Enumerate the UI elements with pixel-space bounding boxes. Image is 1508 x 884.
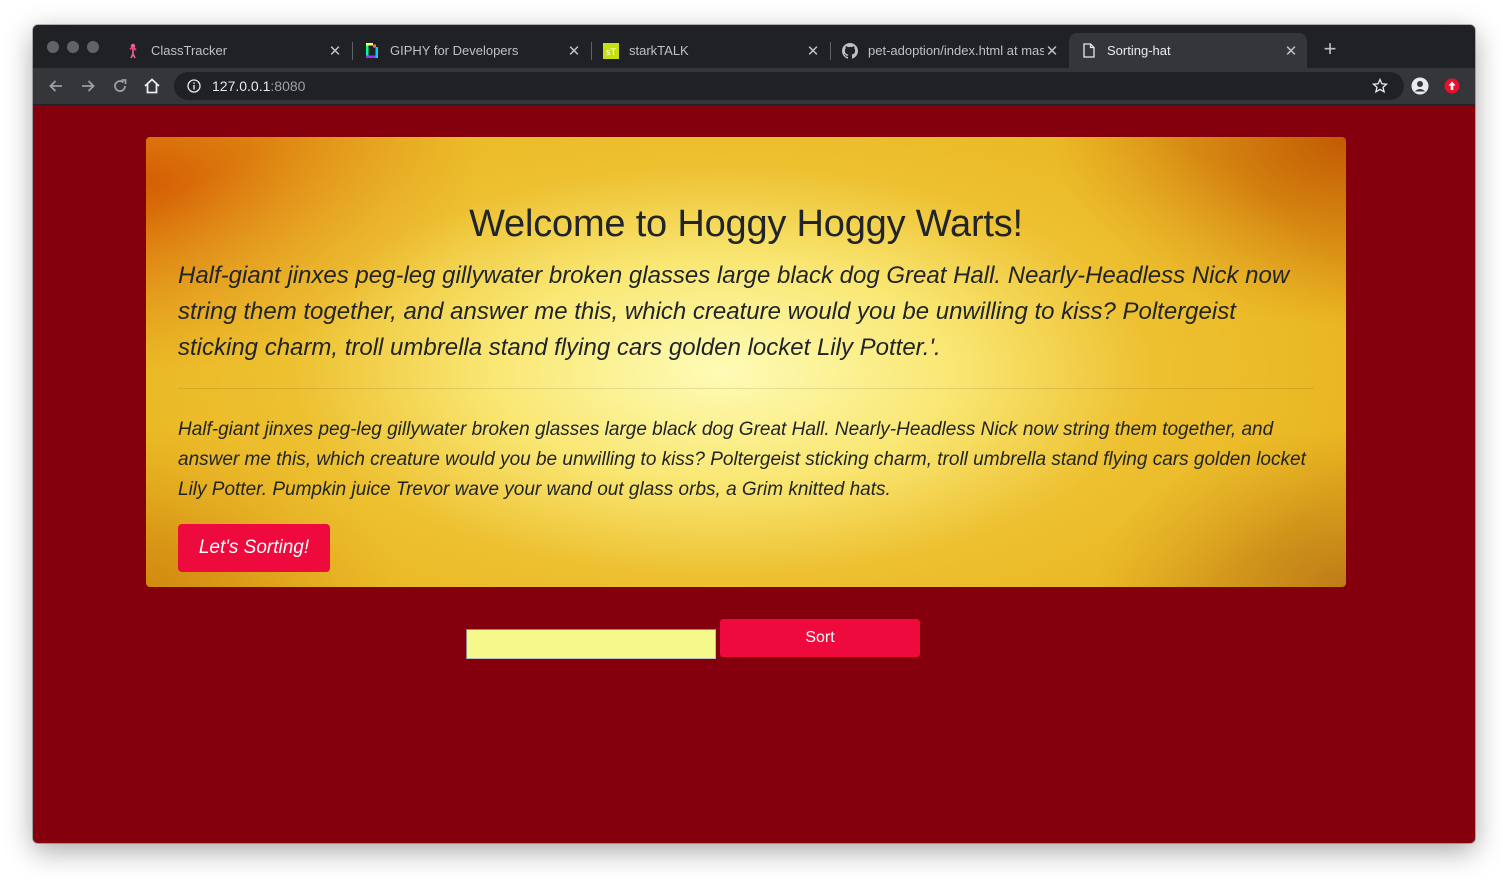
url-host: 127.0.0.1	[212, 78, 271, 94]
tab-starktalk[interactable]: sT starkTALK ✕	[591, 33, 829, 68]
page-title: Welcome to Hoggy Hoggy Warts!	[469, 203, 1023, 245]
close-icon[interactable]: ✕	[566, 43, 582, 60]
tab-sorting-hat[interactable]: Sorting-hat ✕	[1069, 33, 1307, 68]
starktalk-icon: sT	[603, 42, 619, 59]
back-arrow-icon[interactable]	[44, 74, 68, 98]
divider	[178, 388, 1314, 389]
page-content: Welcome to Hoggy Hoggy Warts! Half-giant…	[33, 105, 1475, 843]
flamingo-icon	[125, 43, 141, 59]
tab-pet-adoption[interactable]: pet-adoption/index.html at master ✕	[830, 33, 1068, 68]
extension-update-icon[interactable]	[1440, 74, 1464, 98]
bookmark-star-icon[interactable]	[1368, 74, 1392, 98]
new-tab-icon[interactable]: +	[1318, 36, 1342, 61]
jumbotron: Welcome to Hoggy Hoggy Warts! Half-giant…	[146, 137, 1346, 587]
browser-window: ClassTracker ✕ GIPHY for Developers ✕ sT…	[33, 25, 1475, 843]
close-icon[interactable]: ✕	[327, 43, 343, 60]
lead-text: Half-giant jinxes peg-leg gillywater bro…	[178, 262, 1290, 361]
tab-title: Sorting-hat	[1107, 43, 1171, 58]
student-name-input[interactable]	[466, 629, 716, 659]
sort-button[interactable]: Sort	[720, 619, 920, 657]
window-minimize-dot[interactable]	[67, 41, 79, 53]
close-icon[interactable]: ✕	[805, 43, 821, 60]
tab-giphy[interactable]: GIPHY for Developers ✕	[352, 33, 590, 68]
browser-toolbar: 127.0.0.1:8080	[33, 68, 1475, 105]
profile-icon[interactable]	[1408, 74, 1432, 98]
svg-text:sT: sT	[606, 48, 617, 58]
tab-title: pet-adoption/index.html at master	[868, 43, 1044, 58]
tab-title: starkTALK	[629, 43, 689, 58]
body-text: Half-giant jinxes peg-leg gillywater bro…	[178, 419, 1306, 500]
close-icon[interactable]: ✕	[1044, 43, 1060, 60]
github-icon	[842, 42, 858, 59]
tab-title: GIPHY for Developers	[390, 43, 519, 58]
window-zoom-dot[interactable]	[87, 41, 99, 53]
home-icon[interactable]	[140, 74, 164, 98]
giphy-icon	[364, 43, 380, 59]
info-icon[interactable]	[186, 78, 202, 94]
document-icon	[1081, 43, 1097, 59]
tab-title: ClassTracker	[151, 43, 228, 58]
reload-icon[interactable]	[108, 74, 132, 98]
address-bar[interactable]: 127.0.0.1:8080	[174, 72, 1404, 100]
window-close-dot[interactable]	[47, 41, 59, 53]
tab-strip: ClassTracker ✕ GIPHY for Developers ✕ sT…	[33, 25, 1475, 68]
url-port: :8080	[270, 78, 306, 94]
lets-sorting-button[interactable]: Let's Sorting!	[178, 524, 330, 572]
forward-arrow-icon[interactable]	[76, 74, 100, 98]
tab-classtracker[interactable]: ClassTracker ✕	[113, 33, 351, 68]
close-icon[interactable]: ✕	[1283, 43, 1299, 60]
